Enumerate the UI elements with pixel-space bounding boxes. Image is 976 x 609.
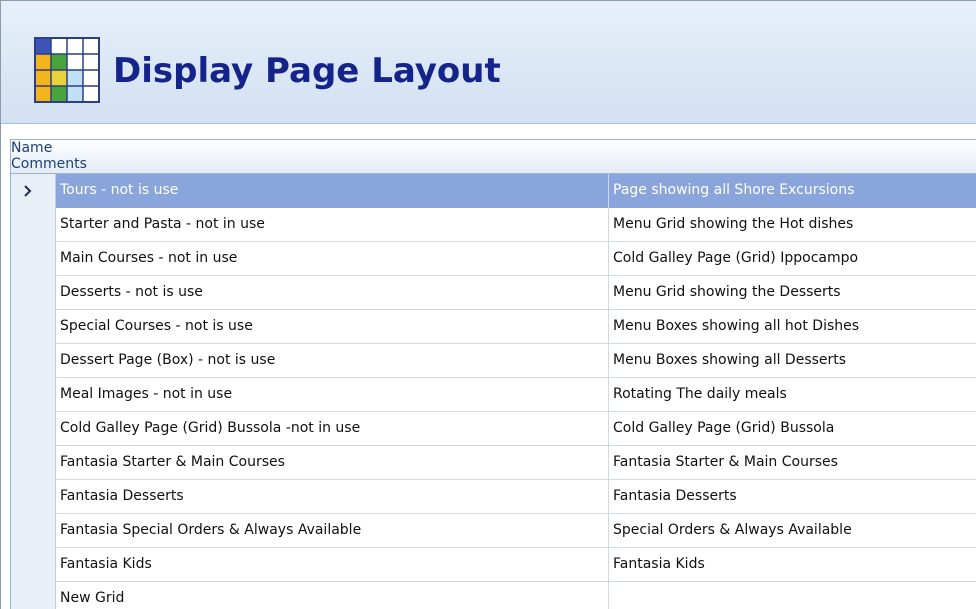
cell-comments[interactable]: Menu Boxes showing all hot Dishes xyxy=(609,310,976,344)
table-row[interactable]: Cold Galley Page (Grid) Bussola -not in … xyxy=(11,412,976,446)
cell-comments[interactable]: Menu Grid showing the Desserts xyxy=(609,276,976,310)
page-header: Display Page Layout xyxy=(1,1,976,124)
row-indicator[interactable] xyxy=(11,310,56,344)
cell-name[interactable]: Fantasia Kids xyxy=(56,548,609,582)
table-row[interactable]: Tours - not is use Page showing all Shore… xyxy=(11,174,976,208)
table-row[interactable]: Main Courses - not in use Cold Galley Pag… xyxy=(11,242,976,276)
cell-comments[interactable]: Menu Boxes showing all Desserts xyxy=(609,344,976,378)
cell-comments[interactable]: Fantasia Starter & Main Courses xyxy=(609,446,976,480)
table-row[interactable]: Fantasia Starter & Main Courses Fantasia … xyxy=(11,446,976,480)
row-indicator[interactable] xyxy=(11,480,56,514)
cell-comments[interactable]: Rotating The daily meals xyxy=(609,378,976,412)
row-indicator[interactable] xyxy=(11,378,56,412)
cell-name[interactable]: Meal Images - not in use xyxy=(56,378,609,412)
cell-comments[interactable] xyxy=(609,582,976,609)
cell-name[interactable]: Starter and Pasta - not in use xyxy=(56,208,609,242)
table-row[interactable]: New Grid xyxy=(11,582,976,609)
cell-name[interactable]: Fantasia Starter & Main Courses xyxy=(56,446,609,480)
grid-layout-icon xyxy=(34,37,100,103)
column-header-name[interactable]: Name xyxy=(11,140,976,156)
row-indicator[interactable] xyxy=(11,412,56,446)
row-indicator[interactable] xyxy=(11,446,56,480)
cell-comments[interactable]: Menu Grid showing the Hot dishes xyxy=(609,208,976,242)
row-indicator[interactable] xyxy=(11,514,56,548)
cell-comments[interactable]: Cold Galley Page (Grid) Bussola xyxy=(609,412,976,446)
cell-name[interactable]: Special Courses - not is use xyxy=(56,310,609,344)
cell-name[interactable]: Fantasia Desserts xyxy=(56,480,609,514)
table-row[interactable]: Special Courses - not is use Menu Boxes s… xyxy=(11,310,976,344)
column-header-comments[interactable]: Comments xyxy=(11,156,976,172)
row-indicator[interactable] xyxy=(11,344,56,378)
row-indicator[interactable] xyxy=(11,174,56,208)
cell-comments[interactable]: Cold Galley Page (Grid) Ippocampo xyxy=(609,242,976,276)
cell-name[interactable]: Tours - not is use xyxy=(56,174,609,208)
cell-name[interactable]: New Grid xyxy=(56,582,609,609)
cell-comments[interactable]: Fantasia Kids xyxy=(609,548,976,582)
table-row[interactable]: Meal Images - not in use Rotating The dai… xyxy=(11,378,976,412)
row-indicator[interactable] xyxy=(11,582,56,609)
table-row[interactable]: Fantasia Desserts Fantasia Desserts xyxy=(11,480,976,514)
cell-name[interactable]: Dessert Page (Box) - not is use xyxy=(56,344,609,378)
cell-name[interactable]: Main Courses - not in use xyxy=(56,242,609,276)
layout-grid[interactable]: Name Comments Tours - not is use Page sho… xyxy=(10,139,976,609)
cell-comments[interactable]: Page showing all Shore Excursions xyxy=(609,174,976,208)
row-indicator[interactable] xyxy=(11,276,56,310)
cell-comments[interactable]: Fantasia Desserts xyxy=(609,480,976,514)
table-row[interactable]: Starter and Pasta - not in use Menu Grid … xyxy=(11,208,976,242)
cell-comments[interactable]: Special Orders & Always Available xyxy=(609,514,976,548)
cell-name[interactable]: Fantasia Special Orders & Always Availab… xyxy=(56,514,609,548)
cell-name[interactable]: Cold Galley Page (Grid) Bussola -not in … xyxy=(56,412,609,446)
row-indicator[interactable] xyxy=(11,208,56,242)
cell-name[interactable]: Desserts - not is use xyxy=(56,276,609,310)
page-title: Display Page Layout xyxy=(113,51,501,91)
row-indicator[interactable] xyxy=(11,242,56,276)
row-indicator[interactable] xyxy=(11,548,56,582)
table-row[interactable]: Dessert Page (Box) - not is use Menu Boxe… xyxy=(11,344,976,378)
grid-header-row: Name Comments xyxy=(11,140,976,174)
table-row[interactable]: Fantasia Kids Fantasia Kids xyxy=(11,548,976,582)
table-row[interactable]: Fantasia Special Orders & Always Availab… xyxy=(11,514,976,548)
chevron-right-icon xyxy=(24,185,32,197)
table-row[interactable]: Desserts - not is use Menu Grid showing t… xyxy=(11,276,976,310)
